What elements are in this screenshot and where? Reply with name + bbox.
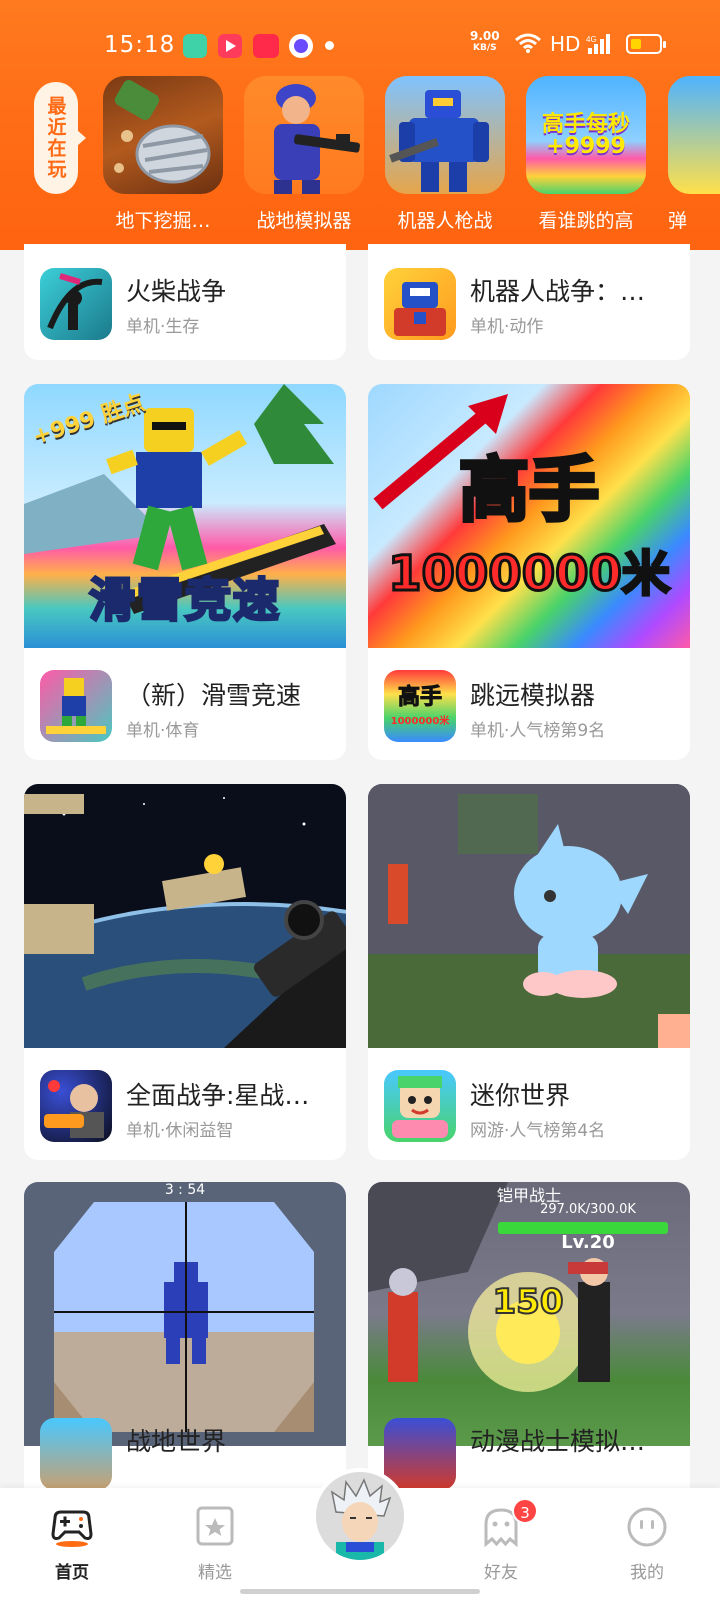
- status-bar: 15:18 9.00 KB/S HD 4G: [0, 24, 720, 66]
- recent-game-label: 地下挖掘…: [115, 210, 211, 232]
- game-app-icon: 高手 1000000米: [384, 670, 456, 742]
- game-app-icon: [384, 1418, 456, 1490]
- center-avatar-button[interactable]: [312, 1468, 408, 1564]
- game-card[interactable]: 铠甲战士 297.0K/300.0K Lv.20 150 动漫战士模拟…: [368, 1182, 690, 1512]
- recent-game-thumb[interactable]: [244, 76, 364, 194]
- game-app-icon: [40, 268, 112, 340]
- game-name: 迷你世界: [470, 1081, 571, 1110]
- space-battle-image-icon: [24, 794, 346, 1048]
- robot-image-icon: [389, 90, 489, 192]
- game-app-icon: [384, 1070, 456, 1142]
- banner-hp: 297.0K/300.0K: [540, 1202, 636, 1217]
- recent-game-thumb[interactable]: [103, 76, 223, 194]
- game-name: 动漫战士模拟…: [470, 1427, 646, 1456]
- bottom-nav: 首页 精选 好友 3 我的: [0, 1468, 720, 1600]
- game-card[interactable]: 机器人战争：… 单机·动作: [368, 244, 690, 360]
- recent-game-item[interactable]: 高手每秒 +9999 看谁跳的高: [526, 76, 646, 233]
- battery-icon: [626, 34, 666, 54]
- game-app-icon: [384, 268, 456, 340]
- nav-featured-label: 精选: [198, 1563, 232, 1583]
- game-name: （新）滑雪竞速: [126, 681, 302, 710]
- game-card[interactable]: 高手 1000000米 高手 1000000米 跳远模拟器 单机·人气榜第9名: [368, 384, 690, 760]
- recent-game-thumb[interactable]: 高手每秒 +9999: [526, 76, 646, 194]
- game-app-icon: [40, 1070, 112, 1142]
- game-banner[interactable]: +999 胜点 滑雪竞速: [24, 384, 346, 648]
- svg-text:4G: 4G: [586, 35, 597, 44]
- banner-timer: 3 : 54: [164, 1182, 206, 1198]
- nav-friends-label: 好友: [484, 1563, 518, 1583]
- nav-mine[interactable]: 我的: [602, 1506, 692, 1583]
- banner-title: 滑雪竞速: [88, 572, 281, 629]
- game-meta: 单机·动作: [470, 317, 544, 337]
- game-card[interactable]: 3 : 54 战地世界: [24, 1182, 346, 1512]
- game-info: （新）滑雪竞速 单机·体育: [24, 654, 346, 760]
- nav-home[interactable]: 首页: [27, 1506, 117, 1583]
- more-notifications-dot-icon: [325, 41, 334, 50]
- home-indicator[interactable]: [240, 1589, 480, 1594]
- game-banner[interactable]: [24, 784, 346, 1048]
- svg-text:高手: 高手: [398, 684, 442, 710]
- signal-icon: 4G: [586, 34, 610, 54]
- game-name: 战地世界: [126, 1427, 227, 1456]
- friends-badge: 3: [512, 1498, 538, 1524]
- recent-game-label: 看谁跳的高: [538, 210, 634, 232]
- game-meta: 网游·人气榜第4名: [470, 1121, 606, 1141]
- banner-damage: 150: [492, 1281, 565, 1323]
- game-name: 火柴战争: [126, 277, 227, 306]
- game-meta: 单机·生存: [126, 317, 200, 337]
- recent-game-item[interactable]: 机器人枪战: [385, 76, 505, 233]
- game-name: 跳远模拟器: [470, 681, 596, 710]
- game-card[interactable]: +999 胜点 滑雪竞速 （新）滑雪竞速 单机·体育: [24, 384, 346, 760]
- game-name: 机器人战争：…: [470, 277, 646, 306]
- recent-played-tab[interactable]: 最近在玩: [34, 82, 86, 194]
- game-meta: 单机·休闲益智: [126, 1121, 234, 1141]
- recent-game-label: 战地模拟器: [256, 210, 352, 232]
- game-banner[interactable]: [368, 784, 690, 1048]
- game-card[interactable]: 火柴战争 单机·生存: [24, 244, 346, 360]
- smiley-profile-icon: [627, 1507, 667, 1547]
- game-card[interactable]: 迷你世界 网游·人气榜第4名: [368, 784, 690, 1160]
- network-speed: 9.00 KB/S: [470, 29, 500, 53]
- avatar: [316, 1472, 404, 1560]
- svg-text:1000000米: 1000000米: [391, 714, 451, 727]
- game-app-icon: [40, 670, 112, 742]
- banner-level: Lv.20: [561, 1232, 615, 1253]
- gamepad-icon: [51, 1510, 93, 1547]
- banner-title: 高手: [457, 447, 601, 533]
- notification-video-icon: [218, 34, 242, 58]
- game-info: 全面战争:星战… 单机·休闲益智: [24, 1054, 346, 1160]
- promo-number: +9999: [546, 134, 626, 159]
- wifi-icon: [515, 33, 541, 53]
- notification-browser-icon: [289, 34, 313, 58]
- game-banner[interactable]: 高手 1000000米: [368, 384, 690, 648]
- mini-world-character-image-icon: [368, 784, 690, 1048]
- star-bookmark-icon: [196, 1506, 234, 1546]
- banner-number: 1000000米: [387, 545, 672, 604]
- game-info: 迷你世界 网游·人气榜第4名: [368, 1054, 690, 1160]
- recent-game-thumb[interactable]: [668, 76, 720, 194]
- game-app-icon: [40, 1418, 112, 1490]
- drill-image-icon: [114, 80, 211, 184]
- game-meta: 单机·人气榜第9名: [470, 721, 606, 741]
- nav-home-label: 首页: [55, 1563, 89, 1583]
- recent-game-item[interactable]: 地下挖掘…: [103, 76, 223, 233]
- status-time: 15:18: [104, 32, 176, 58]
- nav-featured[interactable]: 精选: [170, 1506, 260, 1583]
- nav-mine-label: 我的: [630, 1563, 664, 1583]
- recent-game-label: 弹: [668, 210, 688, 232]
- notification-app-icon: [183, 34, 207, 58]
- game-info: 高手 1000000米 跳远模拟器 单机·人气榜第9名: [368, 654, 690, 760]
- recent-game-label: 机器人枪战: [397, 210, 493, 232]
- game-meta: 单机·体育: [126, 721, 200, 741]
- recent-game-item[interactable]: 战地模拟器: [244, 76, 364, 233]
- hd-label: HD: [550, 32, 581, 56]
- recent-game-item[interactable]: 弹: [668, 76, 720, 233]
- header: 15:18 9.00 KB/S HD 4G 最近在玩 地下挖掘… 战地模拟器 机…: [0, 0, 720, 250]
- game-name: 全面战争:星战…: [126, 1081, 310, 1110]
- soldier-image-icon: [274, 84, 360, 194]
- game-card[interactable]: 全面战争:星战… 单机·休闲益智: [24, 784, 346, 1160]
- notification-store-icon: [253, 34, 279, 58]
- recent-game-thumb[interactable]: [385, 76, 505, 194]
